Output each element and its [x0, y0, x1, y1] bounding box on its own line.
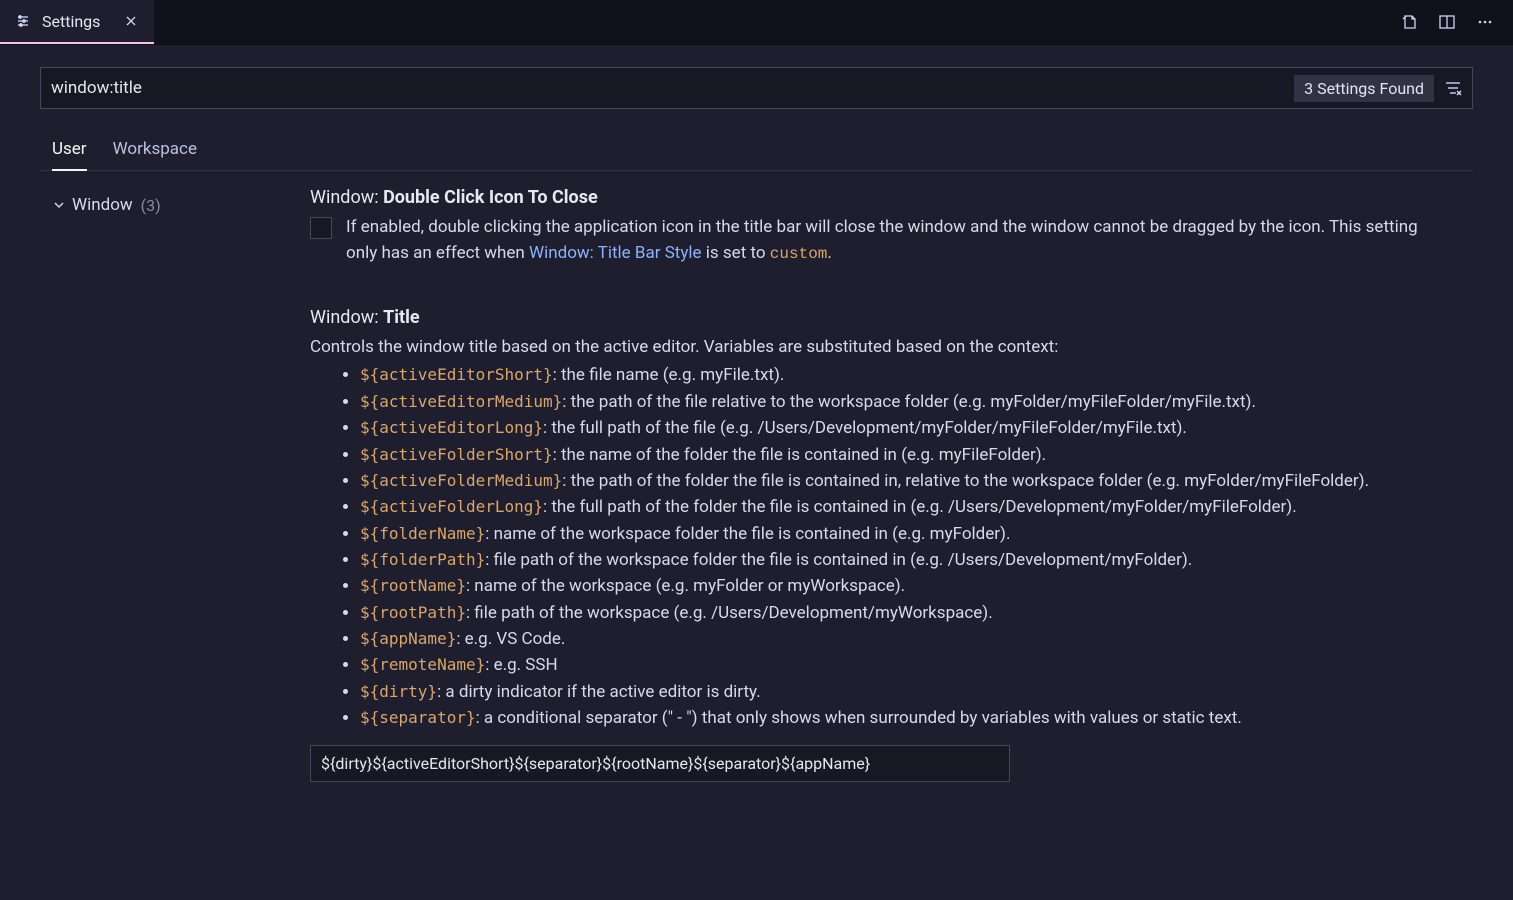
window-title-input[interactable]: [310, 745, 1010, 782]
link-title-bar-style[interactable]: Window: Title Bar Style: [529, 243, 702, 263]
setting-description: If enabled, double clicking the applicat…: [346, 214, 1433, 267]
variable-code: ${appName}: [360, 629, 456, 648]
variable-list-item: ${activeFolderMedium}: the path of the f…: [360, 468, 1433, 494]
variable-list-item: ${appName}: e.g. VS Code.: [360, 626, 1433, 652]
settings-list: Window: Double Click Icon To Close If en…: [310, 187, 1473, 822]
settings-search-row: 3 Settings Found: [40, 67, 1473, 109]
setting-name: Double Click Icon To Close: [383, 187, 598, 208]
code-literal: custom: [770, 245, 828, 263]
chevron-down-icon: [52, 198, 66, 212]
setting-scope: Window:: [310, 187, 379, 208]
tree-item-count: (3): [141, 196, 161, 215]
tab-settings[interactable]: Settings: [0, 0, 154, 44]
variable-text: : name of the workspace folder the file …: [485, 524, 1010, 544]
tree-item-window[interactable]: Window (3): [52, 191, 310, 219]
variable-text: : file path of the workspace (e.g. /User…: [466, 603, 993, 623]
variable-list-item: ${separator}: a conditional separator ("…: [360, 705, 1433, 731]
variable-list-item: ${folderName}: name of the workspace fol…: [360, 521, 1433, 547]
variable-list-item: ${rootPath}: file path of the workspace …: [360, 600, 1433, 626]
variable-code: ${folderPath}: [360, 550, 485, 569]
editor-tab-bar: Settings: [0, 0, 1513, 45]
variable-code: ${folderName}: [360, 524, 485, 543]
setting-control-row: If enabled, double clicking the applicat…: [310, 214, 1433, 267]
variable-list-item: ${folderPath}: file path of the workspac…: [360, 547, 1433, 573]
setting-title: Window: Title: [310, 307, 1433, 328]
variable-text: : the full path of the file (e.g. /Users…: [543, 418, 1187, 438]
tree-item-label: Window: [72, 195, 133, 215]
variable-code: ${activeFolderMedium}: [360, 471, 562, 490]
settings-body: Window (3) Window: Double Click Icon To …: [40, 187, 1473, 822]
variable-text: : the path of the folder the file is con…: [562, 471, 1369, 491]
filter-icon[interactable]: [1442, 77, 1464, 99]
scope-tab-workspace[interactable]: Workspace: [113, 131, 197, 170]
variable-list: ${activeEditorShort}: the file name (e.g…: [310, 362, 1433, 731]
variable-code: ${separator}: [360, 708, 476, 727]
setting-double-click-icon-to-close: Window: Double Click Icon To Close If en…: [310, 187, 1433, 267]
split-editor-icon[interactable]: [1437, 12, 1457, 32]
checkbox[interactable]: [310, 217, 332, 239]
settings-tree: Window (3): [40, 187, 310, 822]
variable-list-item: ${activeEditorShort}: the file name (e.g…: [360, 362, 1433, 388]
variable-text: : name of the workspace (e.g. myFolder o…: [466, 576, 905, 596]
variable-text: : a conditional separator (" - ") that o…: [476, 708, 1242, 728]
desc-text: is set to: [702, 243, 770, 263]
setting-name: Title: [383, 307, 420, 328]
variable-code: ${activeEditorLong}: [360, 418, 543, 437]
variable-code: ${rootPath}: [360, 603, 466, 622]
variable-list-item: ${rootName}: name of the workspace (e.g.…: [360, 573, 1433, 599]
variable-text: : e.g. VS Code.: [456, 629, 565, 649]
results-count-badge: 3 Settings Found: [1294, 75, 1434, 102]
variable-text: : file path of the workspace folder the …: [485, 550, 1192, 570]
variable-code: ${activeFolderLong}: [360, 497, 543, 516]
tab-group-right: [1399, 0, 1513, 44]
variable-list-item: ${activeEditorMedium}: the path of the f…: [360, 389, 1433, 415]
variable-list-item: ${remoteName}: e.g. SSH: [360, 652, 1433, 678]
variable-code: ${rootName}: [360, 576, 466, 595]
variable-text: : the full path of the folder the file i…: [543, 497, 1297, 517]
close-icon[interactable]: [122, 12, 140, 30]
variable-text: : the file name (e.g. myFile.txt).: [553, 365, 785, 385]
variable-text: : e.g. SSH: [485, 655, 557, 675]
settings-search-input[interactable]: [51, 78, 1294, 98]
variable-code: ${activeEditorShort}: [360, 365, 553, 384]
variable-code: ${remoteName}: [360, 655, 485, 674]
variable-list-item: ${dirty}: a dirty indicator if the activ…: [360, 679, 1433, 705]
more-actions-icon[interactable]: [1475, 12, 1495, 32]
setting-scope: Window:: [310, 307, 379, 328]
tab-group-left: Settings: [0, 0, 154, 44]
setting-title: Window: Double Click Icon To Close: [310, 187, 1433, 208]
variable-text: : the name of the folder the file is con…: [553, 445, 1047, 465]
variable-list-item: ${activeEditorLong}: the full path of th…: [360, 415, 1433, 441]
setting-description: Controls the window title based on the a…: [310, 334, 1433, 360]
variable-text: : the path of the file relative to the w…: [562, 392, 1256, 412]
desc-text: .: [827, 243, 831, 263]
variable-code: ${activeFolderShort}: [360, 445, 553, 464]
scope-tab-user[interactable]: User: [52, 131, 87, 171]
variable-code: ${activeEditorMedium}: [360, 392, 562, 411]
variable-text: : a dirty indicator if the active editor…: [437, 682, 761, 702]
settings-editor: 3 Settings Found User Workspace Window (…: [0, 45, 1513, 822]
open-settings-json-icon[interactable]: [1399, 12, 1419, 32]
variable-list-item: ${activeFolderShort}: the name of the fo…: [360, 442, 1433, 468]
settings-scope-tabs: User Workspace: [40, 131, 1473, 171]
tab-title: Settings: [42, 12, 100, 31]
desc-text: If enabled, double clicking the applicat…: [346, 217, 1418, 263]
settings-list-icon: [14, 12, 32, 30]
variable-list-item: ${activeFolderLong}: the full path of th…: [360, 494, 1433, 520]
variable-code: ${dirty}: [360, 682, 437, 701]
setting-window-title: Window: Title Controls the window title …: [310, 307, 1433, 782]
